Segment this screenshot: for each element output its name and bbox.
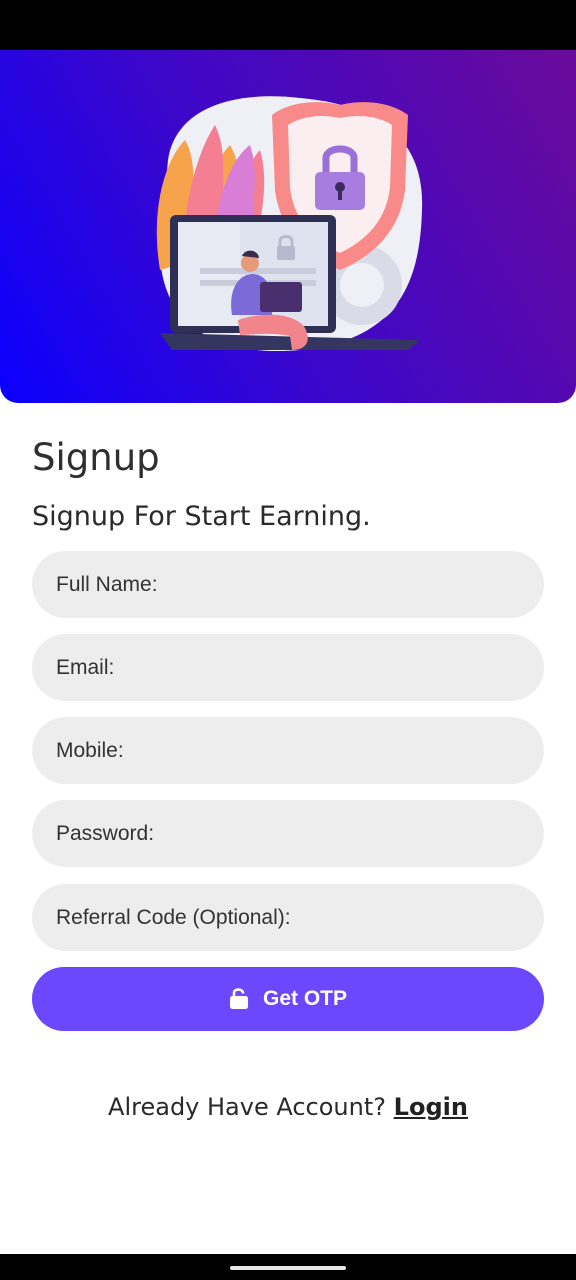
get-otp-label: Get OTP — [262, 987, 347, 1010]
referral-code-field[interactable] — [32, 884, 544, 951]
page-subtitle: Signup For Start Earning. — [32, 501, 371, 532]
unlock-icon — [229, 987, 249, 1012]
navigation-bar — [0, 1254, 576, 1280]
home-indicator[interactable] — [230, 1266, 346, 1270]
page-title: Signup — [32, 436, 160, 479]
email-field[interactable] — [32, 634, 544, 701]
security-laptop-illustration — [156, 96, 423, 352]
status-bar — [0, 0, 576, 50]
get-otp-button[interactable]: Get OTP — [32, 967, 544, 1031]
hero-banner — [0, 50, 576, 403]
full-name-field[interactable] — [32, 551, 544, 618]
login-prompt-text: Already Have Account? — [108, 1093, 387, 1121]
login-link[interactable]: Login — [394, 1093, 468, 1121]
password-field[interactable] — [32, 800, 544, 867]
login-prompt: Already Have Account? Login — [0, 1093, 576, 1121]
mobile-field[interactable] — [32, 717, 544, 784]
